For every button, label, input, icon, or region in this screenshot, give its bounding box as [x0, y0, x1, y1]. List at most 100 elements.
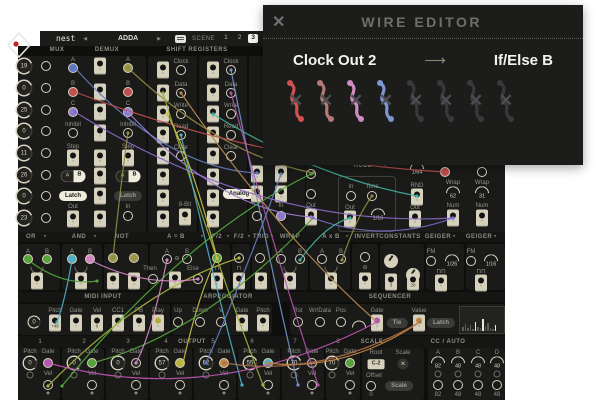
- knob[interactable]: 19: [16, 58, 33, 75]
- dial[interactable]: 48: [471, 356, 485, 370]
- port[interactable]: [176, 151, 186, 161]
- switch[interactable]: •: [157, 85, 169, 102]
- ab-toggle[interactable]: AB: [61, 170, 86, 182]
- port[interactable]: [252, 211, 262, 221]
- port[interactable]: [68, 63, 78, 73]
- knob[interactable]: 0: [111, 356, 126, 371]
- port[interactable]: [123, 107, 133, 117]
- wire-gray-1[interactable]: ✕: [401, 75, 431, 127]
- knob[interactable]: 0: [16, 188, 33, 205]
- knob[interactable]: 0: [23, 356, 38, 371]
- switch[interactable]: •: [476, 210, 488, 227]
- latch-button[interactable]: Latch: [114, 191, 142, 201]
- gate-port[interactable]: [175, 358, 185, 368]
- port[interactable]: [473, 380, 483, 390]
- switch[interactable]: •: [157, 169, 169, 186]
- port[interactable]: [226, 130, 236, 140]
- switch[interactable]: •: [207, 106, 219, 123]
- switch[interactable]: •: [344, 211, 356, 228]
- knob[interactable]: 55: [243, 356, 258, 371]
- switch[interactable]: •: [94, 211, 106, 228]
- ab-toggle[interactable]: AB: [116, 170, 141, 182]
- switch[interactable]: •: [122, 150, 134, 167]
- switch[interactable]: •: [475, 275, 487, 292]
- switch[interactable]: •: [157, 211, 169, 228]
- wire-blue[interactable]: ✕: [371, 75, 401, 127]
- port[interactable]: [41, 61, 51, 71]
- port[interactable]: [492, 380, 502, 390]
- vel-port[interactable]: [263, 380, 273, 390]
- port[interactable]: [336, 317, 346, 327]
- dial[interactable]: 31: [475, 186, 489, 200]
- port[interactable]: [123, 63, 133, 73]
- port[interactable]: [123, 128, 133, 138]
- port[interactable]: [315, 317, 325, 327]
- switch[interactable]: •: [107, 273, 119, 290]
- switch[interactable]: •: [157, 148, 169, 165]
- switch[interactable]: •: [207, 127, 219, 144]
- tools-icon[interactable]: ✕: [398, 359, 409, 370]
- knob[interactable]: 26: [16, 167, 33, 184]
- latch-button[interactable]: Latch: [59, 191, 87, 201]
- switch[interactable]: •: [233, 273, 245, 290]
- scene-tab-3[interactable]: 3: [248, 34, 258, 43]
- delete-wire-icon[interactable]: ✕: [289, 91, 303, 111]
- switch[interactable]: •: [255, 273, 267, 290]
- switch[interactable]: •: [169, 272, 181, 289]
- knob[interactable]: 62: [199, 356, 214, 371]
- port[interactable]: [226, 151, 236, 161]
- switch[interactable]: •: [94, 58, 106, 75]
- knob[interactable]: 25: [16, 102, 33, 119]
- latch-button[interactable]: Latch: [427, 318, 455, 328]
- port[interactable]: [41, 83, 51, 93]
- port[interactable]: [193, 274, 203, 284]
- switch[interactable]: •: [447, 210, 459, 227]
- switch[interactable]: •: [94, 84, 106, 101]
- knob[interactable]: 0: [67, 356, 82, 371]
- switch[interactable]: •: [325, 273, 337, 290]
- port[interactable]: [216, 317, 226, 327]
- switch[interactable]: •: [94, 104, 106, 121]
- port[interactable]: [41, 148, 51, 158]
- port[interactable]: [176, 88, 186, 98]
- port[interactable]: [336, 254, 346, 264]
- dial[interactable]: 1/26: [445, 254, 459, 268]
- port[interactable]: [123, 87, 133, 97]
- trim-port[interactable]: [247, 372, 254, 379]
- wire-target[interactable]: If/Else B: [494, 52, 553, 69]
- scene-tab-2[interactable]: 2: [235, 34, 245, 43]
- knob[interactable]: 70: [325, 356, 340, 371]
- switch[interactable]: •: [94, 150, 106, 167]
- switch[interactable]: •: [207, 169, 219, 186]
- switch[interactable]: •: [275, 186, 287, 203]
- switch[interactable]: 0: [91, 315, 103, 332]
- vel-port[interactable]: [345, 380, 355, 390]
- dial[interactable]: [352, 321, 366, 328]
- switch[interactable]: •: [152, 315, 164, 332]
- knob[interactable]: [384, 254, 398, 268]
- vel-port[interactable]: [43, 380, 53, 390]
- trim-port[interactable]: [329, 372, 336, 379]
- port[interactable]: [129, 253, 139, 263]
- vel-port[interactable]: [219, 380, 229, 390]
- switch[interactable]: •: [257, 315, 269, 332]
- port[interactable]: [68, 87, 78, 97]
- switch[interactable]: •: [413, 315, 425, 332]
- dial[interactable]: 48: [490, 356, 504, 370]
- port[interactable]: [466, 256, 476, 266]
- switch[interactable]: •: [94, 125, 106, 142]
- port[interactable]: [176, 130, 186, 140]
- delete-wire-icon[interactable]: ✕: [379, 91, 393, 111]
- knob[interactable]: 23: [16, 210, 33, 227]
- gate-port[interactable]: [345, 358, 355, 368]
- switch[interactable]: •: [94, 168, 106, 185]
- trim-port[interactable]: [435, 371, 442, 378]
- switch[interactable]: •: [435, 275, 447, 292]
- trim-port[interactable]: [27, 372, 34, 379]
- switch[interactable]: +48: [49, 315, 61, 332]
- port[interactable]: [276, 254, 286, 264]
- port[interactable]: [306, 169, 316, 179]
- switch[interactable]: •: [112, 315, 124, 332]
- switch[interactable]: •: [211, 273, 223, 290]
- switch[interactable]: 3: [385, 274, 397, 291]
